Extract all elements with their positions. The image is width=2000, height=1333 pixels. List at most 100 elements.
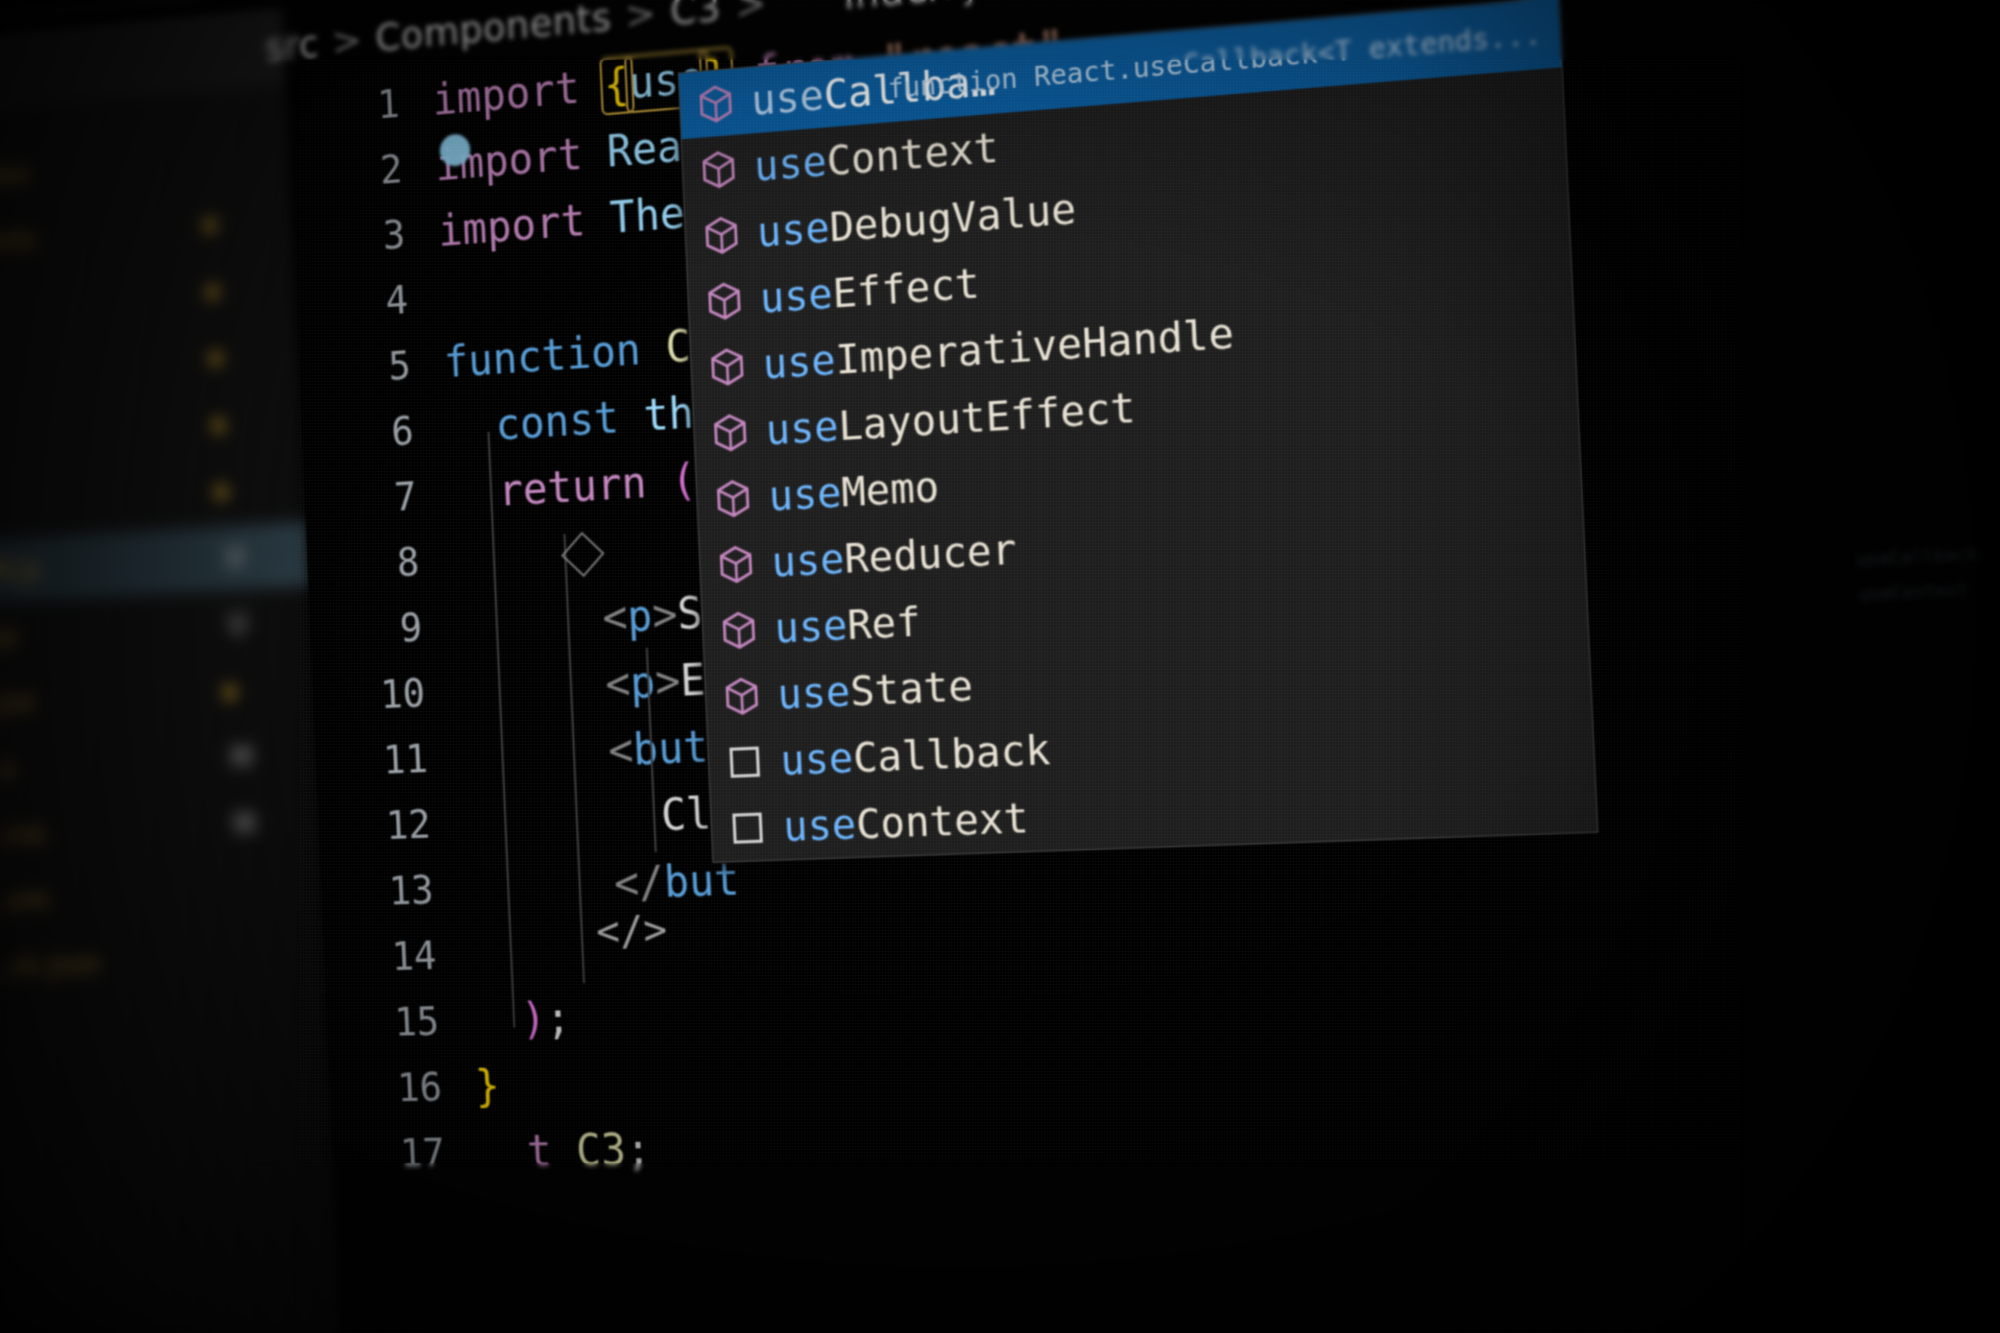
property-icon [723, 739, 767, 784]
breadcrumb-separator-icon: > [331, 18, 363, 64]
method-icon [708, 409, 752, 455]
modified-dot-icon [212, 418, 225, 432]
suggestion-item-label: useEffect [759, 258, 981, 321]
method-icon [703, 278, 747, 324]
suggestion-rest: DebugValue [828, 184, 1077, 251]
sidebar-item-label: ...ules [0, 157, 31, 196]
code-token: import [437, 194, 611, 256]
suggestion-rest: State [849, 661, 974, 715]
code-token: C3 [575, 1126, 627, 1176]
line-number: 2 [311, 137, 403, 209]
suggestion-match-prefix: use [771, 534, 846, 586]
git-status-badge: U [225, 542, 245, 574]
sidebar-item-label: ...ore [0, 883, 50, 917]
line-number: 14 [345, 923, 438, 991]
sidebar-item[interactable]: ...ore [0, 857, 323, 933]
breadcrumb-item-c3[interactable]: C3 [669, 0, 722, 34]
breadcrumb-separator-icon: > [1010, 0, 1045, 4]
suggestion-match-prefix: use [753, 137, 828, 190]
modified-dot-icon [214, 484, 227, 498]
code-token: < [454, 593, 628, 651]
line-number: 17 [353, 1121, 446, 1188]
jsx-close-fragment: </> [595, 905, 668, 954]
code-token: import [432, 62, 606, 126]
suggestion-rest: LayoutEffect [837, 383, 1136, 450]
breadcrumb-spacer [781, 0, 830, 2]
line-number: 15 [348, 989, 441, 1057]
line-number: 5 [320, 333, 413, 404]
property-icon [726, 805, 770, 850]
line-number: 3 [314, 202, 406, 274]
method-icon [714, 541, 758, 586]
line-number: 11 [336, 726, 429, 795]
method-icon [711, 475, 755, 521]
code-token: return [449, 457, 673, 519]
line-number: 7 [325, 464, 418, 535]
modified-dot-icon [206, 284, 219, 298]
suggestion-match-prefix: use [765, 402, 840, 454]
suggestion-rest: Ref [846, 597, 921, 649]
sidebar-item-label: ...s [0, 752, 16, 786]
method-icon [700, 212, 744, 258]
breadcrumb-item-components[interactable]: Components [374, 0, 612, 60]
code-token: } [474, 1062, 501, 1111]
code-token: p [626, 592, 653, 643]
line-number: 6 [322, 398, 415, 469]
sidebar-item[interactable]: ...s M [0, 723, 317, 802]
suggestion-rest: Context [855, 793, 1029, 847]
line-number: 9 [331, 595, 424, 665]
suggestion-match-prefix: use [768, 468, 843, 520]
suggestion-item-label: useContext [782, 793, 1029, 850]
code-token: > [651, 590, 678, 641]
line-number: 8 [328, 530, 421, 600]
code-token: t [477, 1127, 577, 1178]
suggestion-match-prefix: use [762, 335, 837, 388]
code-token: but [663, 856, 741, 908]
code-token: < [460, 726, 634, 782]
suggestion-widget[interactable]: useCallba… function React.useCallback<T e… [678, 0, 1599, 863]
suggestion-match-prefix: use [776, 667, 851, 718]
editor-pane[interactable]: src > Components > C3 > Index.js > ... 1… [283, 0, 2000, 1333]
suggestion-item-label: useCallback [779, 725, 1051, 784]
sidebar-item[interactable]: ...ck.json [0, 925, 326, 999]
line-number: 1 [309, 71, 401, 144]
suggestion-item-label: useMemo [768, 462, 940, 520]
method-icon [697, 146, 741, 192]
sidebar-item-label: ...R.js [0, 553, 40, 589]
code-token: ( [670, 455, 697, 506]
suggestion-rest: Reducer [843, 525, 1017, 582]
suggestion-rest: Callback [852, 725, 1051, 781]
suggestion-match-prefix: use [756, 203, 831, 256]
sidebar-item-label: ...ents [0, 222, 36, 261]
breadcrumb-separator-icon: > [734, 0, 768, 28]
screenshot-root: ...ules ...ents ...R.js U ...js U ...jsx ...s M.… [0, 0, 2000, 1333]
git-status-badge: U [228, 608, 248, 640]
breadcrumb-item-indexjs[interactable]: Index.js [842, 0, 998, 19]
code-text: t C3; [477, 1117, 652, 1186]
method-icon [720, 673, 764, 718]
suggestion-match-prefix: use [782, 800, 857, 850]
code-token: < [457, 659, 631, 716]
method-icon [717, 607, 761, 652]
suggestion-item-label: useContext [753, 123, 999, 190]
vscode-window: ...ules ...ents ...R.js U ...js U ...jsx ...s M.… [0, 0, 2000, 1333]
code-token: p [629, 658, 656, 709]
code-token: const [446, 392, 645, 454]
code-token: function [443, 324, 667, 388]
suggestion-match-prefix: use [779, 733, 854, 784]
modified-dot-icon [203, 217, 216, 232]
line-number: 16 [350, 1055, 443, 1122]
method-icon [694, 80, 738, 127]
breadcrumb-item-src[interactable]: src [265, 22, 320, 70]
code-text: } [474, 1053, 501, 1119]
line-number: 12 [339, 792, 432, 861]
sidebar-item-label: ...jsx [0, 685, 36, 720]
suggestion-item-label: useState [776, 661, 973, 718]
suggestion-rest: Context [826, 123, 1000, 185]
suggestion-rest: Memo [840, 462, 940, 516]
line-number: 13 [342, 858, 435, 926]
minimap[interactable]: useCallback useContext [1856, 530, 2000, 613]
sidebar-item-label: ...ck.json [0, 948, 101, 983]
sidebar-item[interactable]: ...css M [0, 790, 320, 867]
line-number: 4 [317, 268, 410, 340]
